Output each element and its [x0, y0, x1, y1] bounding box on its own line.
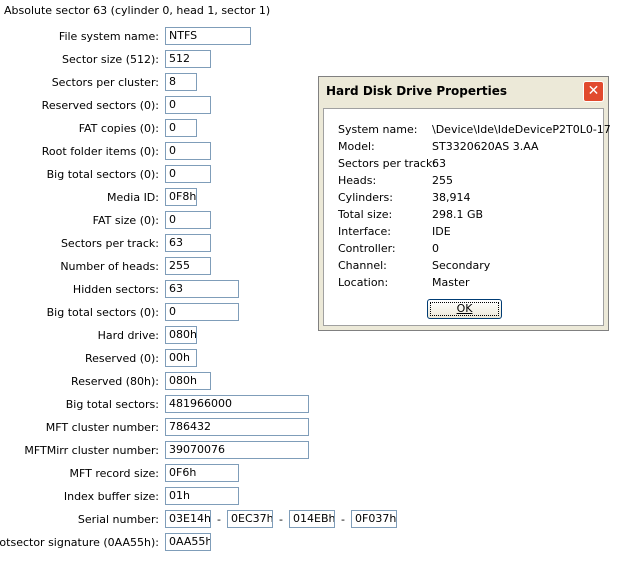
bootsig-label: Bootsector signature (0AA55h): — [0, 536, 159, 549]
field-input[interactable]: 63 — [165, 280, 239, 298]
field-label: Big total sectors: — [65, 398, 159, 411]
property-value: ST3320620AS 3.AA — [432, 140, 539, 153]
field-label: Reserved (0): — [85, 352, 159, 365]
property-value: 255 — [432, 174, 453, 187]
property-value: Master — [432, 276, 470, 289]
property-value: IDE — [432, 225, 451, 238]
sector-header: Absolute sector 63 (cylinder 0, head 1, … — [4, 4, 271, 17]
serial-part-input[interactable]: 014EBh — [289, 510, 335, 528]
field-input[interactable]: 63 — [165, 234, 211, 252]
property-name: Model: — [338, 140, 375, 153]
field-input[interactable]: 0 — [165, 142, 211, 160]
field-input[interactable]: 8 — [165, 73, 197, 91]
field-label: Index buffer size: — [63, 490, 159, 503]
field-input[interactable]: 00h — [165, 349, 197, 367]
property-value: 0 — [432, 242, 439, 255]
property-name: Sectors per track: — [338, 157, 437, 170]
property-name: Location: — [338, 276, 389, 289]
serial-separator: - — [279, 513, 283, 526]
serial-separator: - — [217, 513, 221, 526]
property-value: Secondary — [432, 259, 491, 272]
dialog-body: OK System name: \Device\Ide\IdeDeviceP2T0… — [323, 108, 611, 326]
property-value: \Device\Ide\IdeDeviceP2T0L0-17 — [432, 123, 611, 136]
field-label: MFT cluster number: — [45, 421, 159, 434]
field-input[interactable]: 01h — [165, 487, 239, 505]
field-label: Hard drive: — [97, 329, 159, 342]
field-input[interactable]: 080h — [165, 372, 211, 390]
field-input[interactable]: NTFS — [165, 27, 251, 45]
property-name: System name: — [338, 123, 418, 136]
field-input[interactable]: 255 — [165, 257, 211, 275]
serial-part-input[interactable]: 03E14h — [165, 510, 211, 528]
property-value: 63 — [432, 157, 446, 170]
field-label: Sector size (512): — [62, 53, 159, 66]
field-label: Root folder items (0): — [41, 145, 159, 158]
field-label: FAT size (0): — [92, 214, 159, 227]
field-input[interactable]: 786432 — [165, 418, 309, 436]
serial-part-input[interactable]: 0F037h — [351, 510, 397, 528]
property-name: Interface: — [338, 225, 391, 238]
field-label: Reserved sectors (0): — [41, 99, 159, 112]
property-value: 298.1 GB — [432, 208, 484, 221]
field-input[interactable]: 0 — [165, 96, 211, 114]
field-label: Big total sectors (0): — [46, 306, 159, 319]
field-label: Sectors per track: — [60, 237, 159, 250]
ok-button[interactable]: OK — [427, 299, 502, 319]
field-label: Sectors per cluster: — [51, 76, 159, 89]
bootsig-input[interactable]: 0AA55h — [165, 533, 211, 551]
dialog-title-bar[interactable]: Hard Disk Drive Properties ✕ — [319, 77, 608, 105]
field-input[interactable]: 0 — [165, 211, 211, 229]
field-input[interactable]: 39070076 — [165, 441, 309, 459]
serial-separator: - — [341, 513, 345, 526]
field-input[interactable]: 0 — [165, 303, 239, 321]
field-label: MFT record size: — [69, 467, 159, 480]
field-label: Hidden sectors: — [72, 283, 159, 296]
field-label: MFTMirr cluster number: — [24, 444, 159, 457]
dialog-title: Hard Disk Drive Properties — [326, 84, 508, 98]
field-label: Media ID: — [107, 191, 159, 204]
field-input[interactable]: 080h — [165, 326, 197, 344]
serial-label: Serial number: — [77, 513, 159, 526]
property-name: Controller: — [338, 242, 396, 255]
field-input[interactable]: 512 — [165, 50, 211, 68]
field-label: Number of heads: — [60, 260, 159, 273]
field-input[interactable]: 0 — [165, 165, 211, 183]
property-name: Heads: — [338, 174, 377, 187]
field-label: File system name: — [58, 30, 159, 43]
close-button[interactable]: ✕ — [583, 81, 604, 102]
property-name: Cylinders: — [338, 191, 393, 204]
field-input[interactable]: 481966000 — [165, 395, 309, 413]
field-label: Reserved (80h): — [71, 375, 159, 388]
field-input[interactable]: 0F8h — [165, 188, 197, 206]
field-label: FAT copies (0): — [78, 122, 159, 135]
property-name: Channel: — [338, 259, 387, 272]
serial-part-input[interactable]: 0EC37h — [227, 510, 273, 528]
property-value: 38,914 — [432, 191, 471, 204]
field-input[interactable]: 0F6h — [165, 464, 239, 482]
field-input[interactable]: 0 — [165, 119, 197, 137]
close-icon: ✕ — [587, 83, 600, 99]
hdd-properties-dialog: Hard Disk Drive Properties ✕ OK System n… — [318, 76, 611, 331]
property-name: Total size: — [338, 208, 393, 221]
field-label: Big total sectors (0): — [46, 168, 159, 181]
